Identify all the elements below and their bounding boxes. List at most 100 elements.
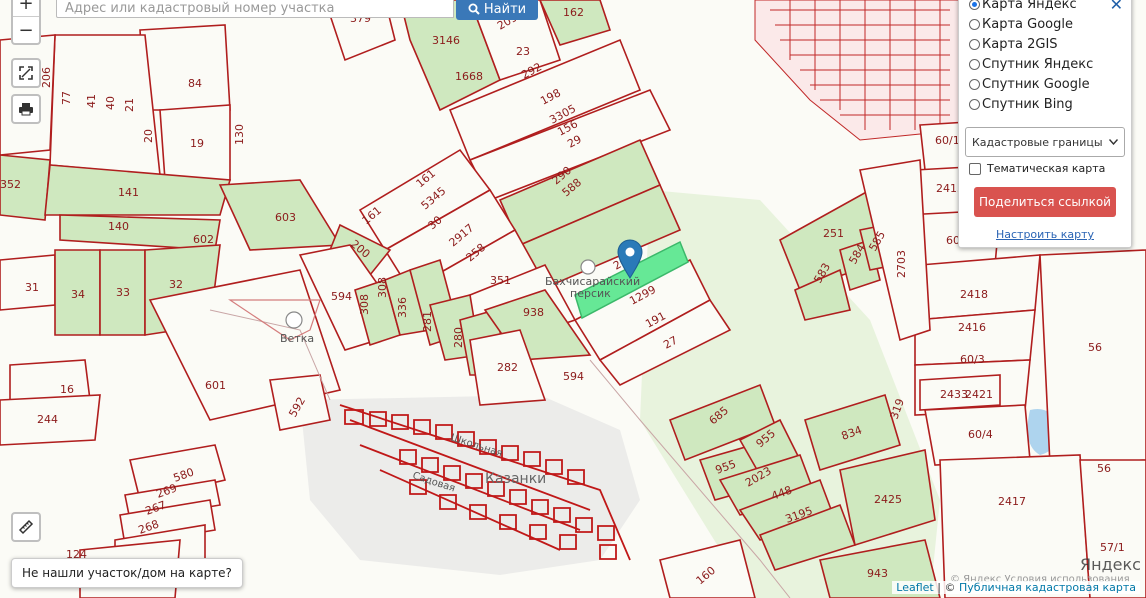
radio-icon [969, 99, 980, 110]
parcel-number-label: 601 [205, 379, 226, 392]
checkbox-icon [969, 162, 981, 175]
layer-option-yandex-map[interactable]: Карта Яндекс [969, 0, 1077, 12]
parcel-number-label: 308 [358, 294, 371, 315]
layer-option-label: Спутник Bing [982, 97, 1073, 112]
parcel-number-label: 40 [104, 96, 117, 110]
zoom-in-button[interactable]: + [13, 0, 39, 16]
poi-label-vetka: Ветка [280, 332, 314, 345]
parcel-number-label: 140 [108, 220, 129, 233]
parcel-number-label: 60/3 [960, 353, 985, 366]
parcel-number-label: 1668 [455, 70, 483, 83]
parcel-number-label: 2421 [965, 388, 993, 401]
parcel-number-label: 206 [40, 67, 53, 88]
parcel-number-label: 2703 [895, 250, 908, 278]
parcel-number-label: 2433 [940, 388, 968, 401]
parcel-number-label: 41 [85, 94, 98, 108]
radio-icon [969, 39, 980, 50]
parcel-number-label: 2416 [958, 321, 986, 334]
parcel-number-label: 251 [823, 227, 844, 240]
layer-option-label: Спутник Яндекс [982, 57, 1094, 72]
layer-option-google-satellite[interactable]: Спутник Google [969, 77, 1090, 92]
parcel-number-label: 130 [233, 124, 246, 145]
parcel-number-label: 308 [376, 277, 389, 298]
thematic-map-label: Тематическая карта [987, 162, 1106, 175]
search-bar: Найти [56, 0, 538, 20]
parcel-number-label: 56 [1097, 462, 1111, 475]
parcel-number-label: 244 [37, 413, 58, 426]
layer-option-label: Карта 2GIS [982, 37, 1058, 52]
search-button-label: Найти [483, 1, 527, 17]
parcel-number-label: 336 [396, 297, 409, 318]
attribution: Leaflet | © Публичная кадастровая карта [892, 581, 1140, 594]
layer-option-bing-satellite[interactable]: Спутник Bing [969, 97, 1073, 112]
parcel-number-label: 162 [563, 6, 584, 19]
leaflet-link[interactable]: Leaflet [896, 581, 933, 594]
layer-panel: ✕ Карта Яндекс Карта Google Карта 2GIS С… [958, 0, 1132, 248]
fullscreen-button[interactable] [11, 58, 41, 88]
close-icon[interactable]: ✕ [1110, 0, 1123, 14]
search-button[interactable]: Найти [456, 0, 538, 20]
fullscreen-icon [19, 66, 33, 80]
radio-icon [969, 19, 980, 30]
print-icon [19, 103, 33, 116]
parcel-number-label: 16 [60, 383, 74, 396]
parcel-number-label: 57/1 [1100, 541, 1125, 554]
ruler-icon [18, 519, 34, 535]
radio-icon [969, 79, 980, 90]
parcel-number-label: 281 [421, 311, 434, 332]
parcel-number-label: 23 [516, 45, 530, 58]
chevron-down-icon [1109, 139, 1118, 145]
radio-icon [969, 0, 980, 10]
parcel-number-label: 938 [523, 306, 544, 319]
zoom-out-button[interactable]: − [13, 16, 39, 43]
parcel-number-label: 32 [169, 278, 183, 291]
parcel-number-label: 60/4 [968, 428, 993, 441]
search-icon [468, 3, 480, 15]
parcel-number-label: 31 [25, 281, 39, 294]
layer-option-google-map[interactable]: Карта Google [969, 17, 1073, 32]
zoom-control: + − [11, 0, 41, 45]
parcel-number-label: 33 [116, 286, 130, 299]
layer-option-label: Карта Google [982, 17, 1073, 32]
parcel-number-label: 2425 [874, 493, 902, 506]
parcel-number-label: 594 [563, 370, 584, 383]
parcel-number-label: 2418 [960, 288, 988, 301]
parcel-number-label: 3146 [432, 34, 460, 47]
parcel-number-label: 141 [118, 186, 139, 199]
attribution-separator: | © [937, 581, 956, 594]
village-area [300, 395, 640, 575]
village-label-kazanki: Казанки [485, 471, 546, 487]
layer-option-yandex-satellite[interactable]: Спутник Яндекс [969, 57, 1093, 72]
not-found-button[interactable]: Не нашли участок/дом на карте? [11, 558, 243, 588]
parcel-number-label: 943 [867, 567, 888, 580]
thematic-map-toggle[interactable]: Тематическая карта [969, 162, 1105, 175]
poi-label-bakhchisaraysky-2: персик [570, 287, 611, 300]
parcel-number-label: 56 [1088, 341, 1102, 354]
parcel-number-label: 77 [60, 91, 73, 105]
radio-icon [969, 59, 980, 70]
parcel-number-label: 20 [142, 129, 155, 143]
ruler-button[interactable] [11, 512, 41, 542]
boundary-select-value: Кадастровые границы [972, 135, 1103, 149]
parcel-number-label: 34 [71, 288, 85, 301]
layer-option-label: Карта Яндекс [982, 0, 1077, 12]
parcel-number-label: 603 [275, 211, 296, 224]
boundary-select[interactable]: Кадастровые границы [965, 127, 1125, 157]
parcel-number-label: 60/1 [935, 134, 960, 147]
parcel-number-label: 84 [188, 77, 202, 90]
search-input[interactable] [56, 0, 454, 18]
cadastral-source-link[interactable]: Публичная кадастровая карта [959, 581, 1136, 594]
layer-option-label: Спутник Google [982, 77, 1090, 92]
yandex-logo: Яндекс [1080, 555, 1141, 574]
configure-map-link[interactable]: Настроить карту [959, 228, 1131, 241]
parcel-number-label: 594 [331, 290, 352, 303]
parcel-number-label: 352 [0, 178, 21, 191]
parcel-number-label: 280 [452, 327, 465, 348]
print-button[interactable] [11, 94, 41, 124]
layer-option-2gis-map[interactable]: Карта 2GIS [969, 37, 1058, 52]
parcel-number-label: 282 [497, 361, 518, 374]
parcel-number-label: 351 [490, 274, 511, 287]
parcel-number-label: 19 [190, 137, 204, 150]
parcel-number-label: 21 [123, 98, 136, 112]
share-link-button[interactable]: Поделиться ссылкой [974, 187, 1116, 217]
